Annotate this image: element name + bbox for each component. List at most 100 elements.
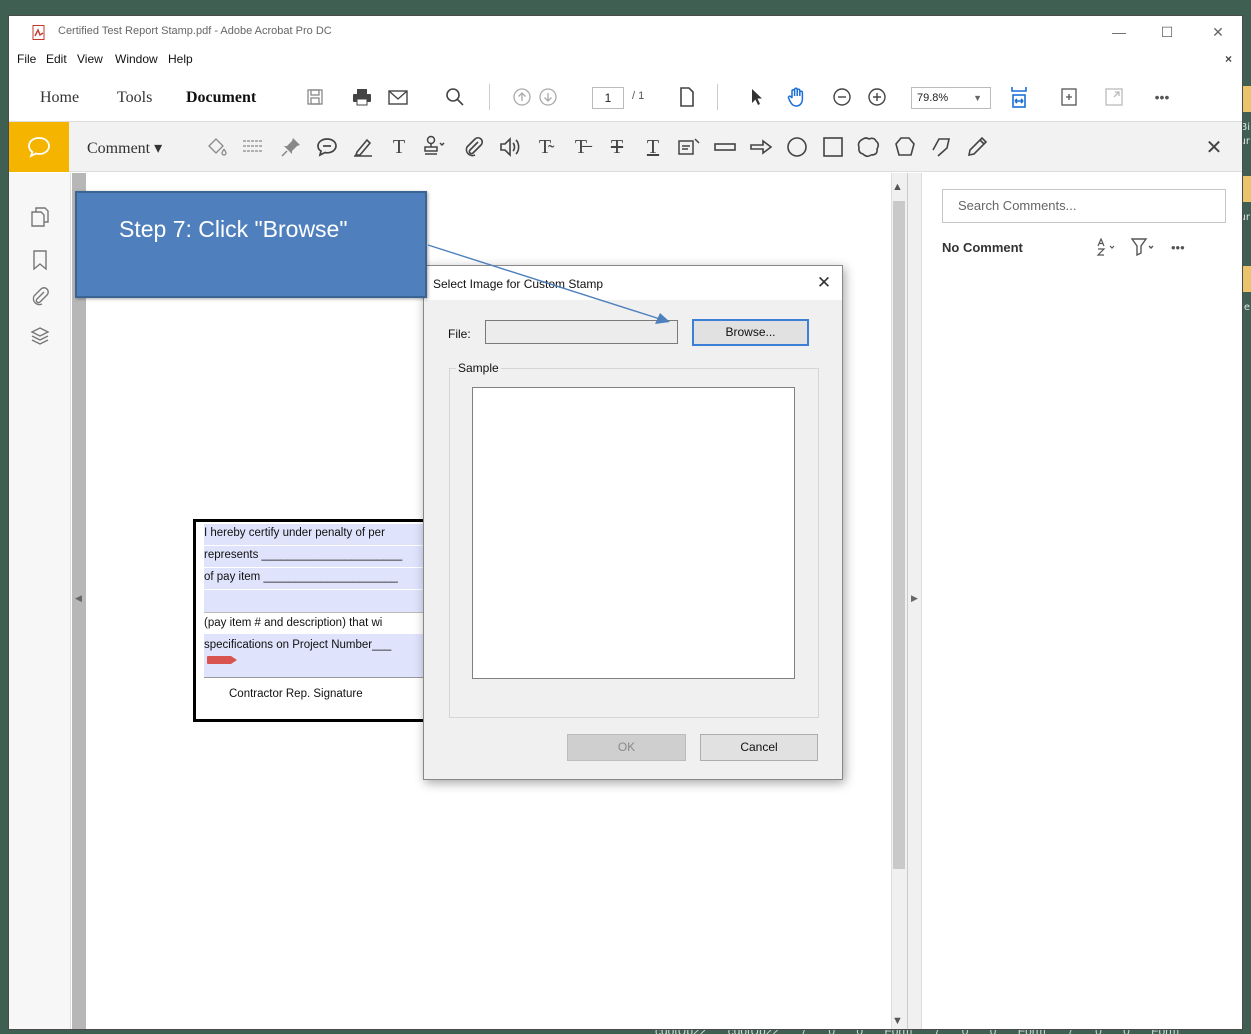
form-line: specifications on Project Number___ — [204, 639, 392, 651]
sample-label: Sample — [456, 361, 501, 375]
zoom-in-icon[interactable] — [864, 84, 890, 110]
desktop-file-icon[interactable] — [1242, 86, 1251, 112]
close-document-icon[interactable]: × — [1225, 52, 1232, 66]
filter-icon[interactable] — [1131, 237, 1155, 257]
sticky-note-marker[interactable] — [207, 656, 237, 664]
no-comment-label: No Comment — [942, 240, 1023, 255]
step-callout: Step 7: Click "Browse" — [75, 191, 427, 298]
underline-icon[interactable]: T — [641, 135, 665, 159]
search-icon[interactable] — [442, 84, 468, 110]
tab-home[interactable]: Home — [40, 89, 79, 107]
layers-icon[interactable] — [29, 325, 51, 347]
insert-text-icon[interactable]: T̴ — [533, 135, 557, 159]
navigation-rail — [9, 173, 71, 1029]
desktop-file-icon[interactable] — [1242, 176, 1251, 202]
sticky-note-icon[interactable] — [315, 135, 339, 159]
line-tool-icon[interactable] — [713, 135, 737, 159]
stamp-icon[interactable] — [422, 135, 446, 159]
cancel-button[interactable]: Cancel — [700, 734, 818, 761]
browse-button[interactable]: Browse... — [692, 319, 809, 346]
highlight-text-icon[interactable] — [351, 135, 375, 159]
scroll-up-icon[interactable]: ▲ — [892, 181, 903, 193]
comment-tool-icon[interactable] — [9, 122, 69, 172]
callout-text: Step 7: Click "Browse" — [119, 216, 348, 242]
page-thumbnails-icon[interactable] — [29, 206, 51, 228]
certification-form: I hereby certify under penalty of per re… — [193, 519, 433, 722]
email-icon[interactable] — [385, 84, 411, 110]
attachments-icon[interactable] — [29, 286, 51, 308]
dialog-title-bar: Select Image for Custom Stamp ✕ — [424, 266, 842, 300]
record-audio-icon[interactable] — [497, 135, 521, 159]
menu-window[interactable]: Window — [115, 52, 158, 66]
minimize-button[interactable]: — — [1104, 21, 1134, 43]
scroll-down-icon[interactable]: ▼ — [892, 1015, 903, 1027]
more-options-icon[interactable]: ••• — [1171, 237, 1185, 257]
panel-collapse-strip[interactable]: ▶ — [908, 173, 922, 1029]
zoom-dropdown[interactable]: 79.8% ▼ — [911, 87, 991, 109]
page-view-icon[interactable] — [674, 84, 700, 110]
pencil-tool-icon[interactable] — [965, 135, 989, 159]
menu-help[interactable]: Help — [168, 52, 193, 66]
save-icon[interactable] — [302, 84, 328, 110]
previous-page-icon[interactable] — [509, 84, 535, 110]
polygon-line-icon[interactable] — [929, 135, 953, 159]
ok-button[interactable]: OK — [567, 734, 686, 761]
menu-edit[interactable]: Edit — [46, 52, 67, 66]
strikethrough-icon[interactable]: T — [605, 135, 629, 159]
zoom-out-icon[interactable] — [829, 84, 855, 110]
signature-label: Contractor Rep. Signature — [229, 688, 363, 700]
select-image-dialog: Select Image for Custom Stamp ✕ File: Br… — [423, 265, 843, 780]
search-comments-input[interactable]: Search Comments... — [942, 189, 1226, 223]
tab-tools[interactable]: Tools — [117, 89, 152, 107]
line-style-icon[interactable] — [241, 135, 265, 159]
next-page-icon[interactable] — [535, 84, 561, 110]
full-screen-icon[interactable] — [1101, 84, 1127, 110]
dialog-title: Select Image for Custom Stamp — [433, 277, 604, 291]
hand-tool-icon[interactable] — [784, 84, 810, 110]
toolbar-divider — [489, 84, 490, 110]
arrow-tool-icon[interactable] — [749, 135, 773, 159]
form-line: represents ______________________ — [204, 549, 403, 561]
oval-tool-icon[interactable] — [785, 135, 809, 159]
cloud-tool-icon[interactable] — [857, 135, 881, 159]
polygon-tool-icon[interactable] — [893, 135, 917, 159]
attach-file-icon[interactable] — [461, 135, 485, 159]
bookmarks-icon[interactable] — [29, 249, 51, 271]
title-bar: Certified Test Report Stamp.pdf - Adobe … — [9, 16, 1242, 44]
close-window-button[interactable]: ✕ — [1203, 21, 1233, 43]
rectangle-tool-icon[interactable] — [821, 135, 845, 159]
rotate-view-icon[interactable] — [1056, 84, 1082, 110]
menu-view[interactable]: View — [77, 52, 103, 66]
chevron-left-icon[interactable]: ◀ — [75, 593, 82, 604]
file-path-field[interactable] — [485, 320, 678, 344]
chevron-right-icon[interactable]: ▶ — [911, 593, 918, 604]
comment-menu[interactable]: Comment ▾ — [87, 138, 162, 158]
scrollbar-thumb[interactable] — [893, 201, 905, 869]
maximize-button[interactable]: ☐ — [1152, 21, 1182, 43]
sort-icon[interactable] — [1096, 237, 1118, 257]
more-tools-icon[interactable]: ••• — [1149, 84, 1175, 110]
file-label: File: — [448, 327, 471, 341]
close-comment-toolbar-icon[interactable]: ✕ — [1202, 135, 1226, 159]
form-line: (pay item # and description) that wi — [204, 617, 383, 629]
page-total: / 1 — [632, 90, 645, 102]
menu-file[interactable]: File — [17, 52, 36, 66]
pin-icon[interactable] — [279, 135, 303, 159]
replace-text-icon[interactable]: T̶ — [569, 135, 593, 159]
sample-preview — [472, 387, 795, 679]
select-tool-icon[interactable] — [744, 84, 770, 110]
fit-page-icon[interactable] — [1006, 84, 1032, 110]
desktop-file-icon[interactable] — [1242, 266, 1251, 292]
page-number-input[interactable]: 1 — [592, 87, 624, 109]
dialog-close-button[interactable]: ✕ — [814, 273, 834, 293]
zoom-value: 79.8% — [917, 92, 949, 104]
form-line: of pay item _____________________ — [204, 571, 398, 583]
fill-color-icon[interactable] — [205, 135, 229, 159]
tab-document[interactable]: Document — [186, 89, 256, 107]
add-text-icon[interactable]: T — [387, 135, 411, 159]
menu-bar: File Edit View Window Help × — [9, 49, 1242, 69]
form-field[interactable] — [204, 590, 430, 613]
form-line: I hereby certify under penalty of per — [204, 527, 385, 539]
print-icon[interactable] — [349, 84, 375, 110]
text-box-icon[interactable] — [677, 135, 701, 159]
